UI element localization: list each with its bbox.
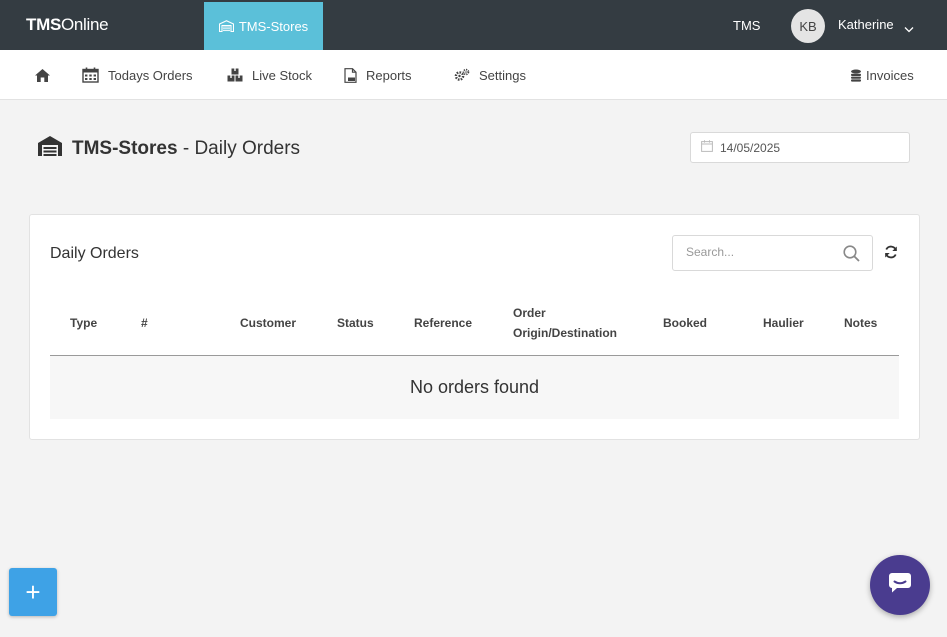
card-title: Daily Orders: [50, 245, 139, 262]
coins-icon: [850, 69, 862, 82]
pdf-file-icon: [344, 67, 357, 83]
nav-label: Live Stock: [252, 67, 312, 83]
column-header-customer[interactable]: Customer: [240, 313, 296, 333]
nav-label: Reports: [366, 67, 412, 83]
store-tab[interactable]: TMS-Stores: [204, 2, 323, 50]
column-header-notes[interactable]: Notes: [844, 313, 877, 333]
column-header-origin[interactable]: Order Origin/Destination: [513, 303, 617, 343]
page-title: TMS-Stores - Daily Orders: [38, 136, 300, 162]
column-header-type[interactable]: Type: [70, 313, 97, 333]
column-header-haulier[interactable]: Haulier: [763, 313, 804, 333]
chat-button[interactable]: [870, 555, 930, 615]
nav-settings[interactable]: Settings: [454, 50, 526, 100]
gears-icon: [454, 68, 470, 82]
chevron-down-icon[interactable]: [904, 20, 914, 38]
nav-home[interactable]: [34, 50, 51, 100]
column-header-booked[interactable]: Booked: [663, 313, 707, 333]
store-tab-label: TMS-Stores: [238, 18, 309, 34]
calendar-icon: [82, 67, 99, 83]
avatar[interactable]: KB: [791, 9, 825, 43]
search-icon[interactable]: [843, 245, 860, 267]
empty-state: No orders found: [50, 356, 899, 419]
date-picker[interactable]: 14/05/2025: [690, 132, 910, 163]
nav-label: Todays Orders: [108, 67, 193, 83]
nav-todays-orders[interactable]: Todays Orders: [82, 50, 193, 100]
page-title-store: TMS-Stores: [72, 138, 178, 159]
home-icon: [34, 68, 51, 83]
nav-invoices[interactable]: Invoices: [850, 50, 914, 100]
nav-live-stock[interactable]: Live Stock: [227, 50, 312, 100]
user-menu[interactable]: Katherine: [838, 17, 894, 32]
nav-bar: Todays Orders Live Stock Reports Setting…: [0, 50, 947, 100]
refresh-icon[interactable]: [884, 245, 898, 264]
nav-label: Invoices: [866, 67, 914, 83]
brand-logo[interactable]: TMSOnline: [26, 15, 109, 35]
calendar-icon: [701, 140, 713, 155]
add-order-button[interactable]: +: [9, 568, 57, 616]
search-box[interactable]: [672, 235, 873, 271]
search-input[interactable]: [686, 245, 836, 259]
page-title-suffix: - Daily Orders: [177, 138, 301, 159]
nav-reports[interactable]: Reports: [344, 50, 412, 100]
warehouse-icon: [218, 20, 234, 32]
date-value: 14/05/2025: [720, 140, 781, 155]
column-header-number[interactable]: #: [141, 313, 148, 333]
chat-icon: [888, 572, 912, 599]
warehouse-icon: [38, 136, 62, 162]
tms-link[interactable]: TMS: [733, 18, 760, 33]
boxes-icon: [227, 68, 243, 82]
column-header-status[interactable]: Status: [337, 313, 374, 333]
daily-orders-card: Daily Orders Type # Customer Status Refe…: [29, 214, 920, 440]
top-bar: TMSOnline TMS-Stores TMS KB Katherine: [0, 0, 947, 50]
nav-label: Settings: [479, 67, 526, 83]
column-header-reference[interactable]: Reference: [414, 313, 472, 333]
